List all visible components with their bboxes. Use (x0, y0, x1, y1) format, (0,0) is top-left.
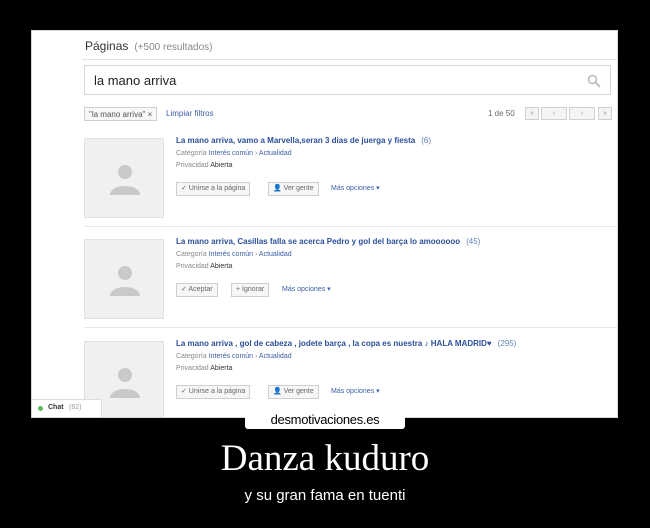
accept-button[interactable]: ✓ Aceptar (176, 283, 218, 297)
header-divider (82, 59, 617, 60)
result-category: Categoría Interés común › Actualidad (176, 353, 292, 360)
result-category: Categoría Interés común › Actualidad (176, 150, 292, 157)
view-people-button[interactable]: 👤 Ver gente (268, 182, 319, 196)
result-title-text[interactable]: La mano arriva, vamo a Marvella,seran 3 … (176, 136, 415, 145)
ignore-button[interactable]: + Ignorar (231, 283, 270, 297)
subcategory-link[interactable]: Actualidad (259, 150, 292, 157)
category-separator: › (255, 251, 258, 258)
close-icon[interactable]: × (148, 110, 153, 119)
search-input[interactable]: la mano arriva (94, 73, 176, 88)
more-options-link[interactable]: Más opciones ▾ (282, 285, 331, 293)
pager-range: 1 de 50 (488, 109, 515, 118)
result-item: La mano arriva , gol de cabeza , jodete … (84, 339, 614, 417)
category-separator: › (255, 353, 258, 360)
privacy-value: Abierta (210, 263, 233, 270)
subcategory-link[interactable]: Actualidad (259, 251, 292, 258)
member-count: (295) (497, 339, 517, 348)
user-silhouette-icon (110, 368, 140, 398)
result-item: La mano arriva, Casillas falla se acerca… (84, 237, 614, 327)
category-label: Categoría (176, 353, 207, 360)
online-status-icon (38, 406, 43, 411)
clear-filters-link[interactable]: Limpiar filtros (166, 109, 214, 118)
join-page-button[interactable]: ✓ Unirse a la página (176, 182, 251, 196)
category-link[interactable]: Interés común (209, 150, 253, 157)
chat-bar[interactable]: Chat (62) (32, 399, 102, 417)
page-header: Páginas (+500 resultados) (85, 39, 212, 53)
search-icon[interactable] (587, 74, 601, 88)
result-title[interactable]: La mano arriva , gol de cabeza , jodete … (176, 339, 516, 348)
more-options-link[interactable]: Más opciones ▾ (331, 184, 380, 192)
filter-bar: "la mano arriva" × Limpiar filtros 1 de … (84, 107, 614, 123)
result-item: La mano arriva, vamo a Marvella,seran 3 … (84, 136, 614, 226)
poster-title: Danza kuduro (220, 438, 430, 479)
pager-last-button[interactable]: » (598, 107, 612, 120)
chat-online-count: (62) (69, 404, 82, 411)
privacy-label: Privacidad (176, 365, 209, 372)
site-logo: desmotivaciones.es (245, 411, 405, 429)
result-title[interactable]: La mano arriva, Casillas falla se acerca… (176, 237, 480, 246)
result-privacy: Privacidad Abierta (176, 162, 232, 169)
category-label: Categoría (176, 150, 207, 157)
result-title-text[interactable]: La mano arriva, Casillas falla se acerca… (176, 237, 460, 246)
user-silhouette-icon (110, 266, 140, 296)
join-page-button[interactable]: ✓ Unirse a la página (176, 385, 251, 399)
result-title[interactable]: La mano arriva, vamo a Marvella,seran 3 … (176, 136, 431, 145)
search-box[interactable]: la mano arriva (84, 65, 611, 95)
category-link[interactable]: Interés común (209, 353, 253, 360)
pager-next-button[interactable]: › (569, 107, 595, 120)
privacy-value: Abierta (210, 365, 233, 372)
more-options-link[interactable]: Más opciones ▾ (331, 387, 380, 395)
pager-first-button[interactable]: « (525, 107, 539, 120)
result-divider (84, 327, 617, 328)
result-title-text[interactable]: La mano arriva , gol de cabeza , jodete … (176, 339, 492, 348)
category-link[interactable]: Interés común (209, 251, 253, 258)
result-category: Categoría Interés común › Actualidad (176, 251, 292, 258)
user-silhouette-icon (110, 165, 140, 195)
filter-chip-label: "la mano arriva" (89, 110, 146, 119)
search-results-page: Páginas (+500 resultados) la mano arriva … (32, 31, 617, 417)
privacy-label: Privacidad (176, 162, 209, 169)
page-avatar[interactable] (84, 138, 164, 218)
screenshot-frame: Páginas (+500 resultados) la mano arriva … (31, 30, 618, 418)
chat-label[interactable]: Chat (48, 404, 64, 411)
privacy-value: Abierta (210, 162, 233, 169)
result-divider (84, 226, 617, 227)
subcategory-link[interactable]: Actualidad (259, 353, 292, 360)
page-title: Páginas (85, 39, 129, 53)
filter-chip[interactable]: "la mano arriva" × (84, 107, 158, 121)
member-count: (45) (466, 237, 481, 246)
poster-subtitle: y su gran fama en tuenti (244, 487, 406, 504)
result-privacy: Privacidad Abierta (176, 263, 232, 270)
result-privacy: Privacidad Abierta (176, 365, 232, 372)
category-separator: › (255, 150, 258, 157)
result-count: (+500 resultados) (134, 42, 213, 53)
view-people-button[interactable]: 👤 Ver gente (268, 385, 319, 399)
privacy-label: Privacidad (176, 263, 209, 270)
member-count: (6) (421, 136, 432, 145)
page-avatar[interactable] (84, 239, 164, 319)
pager-prev-button[interactable]: ‹ (541, 107, 567, 120)
category-label: Categoría (176, 251, 207, 258)
